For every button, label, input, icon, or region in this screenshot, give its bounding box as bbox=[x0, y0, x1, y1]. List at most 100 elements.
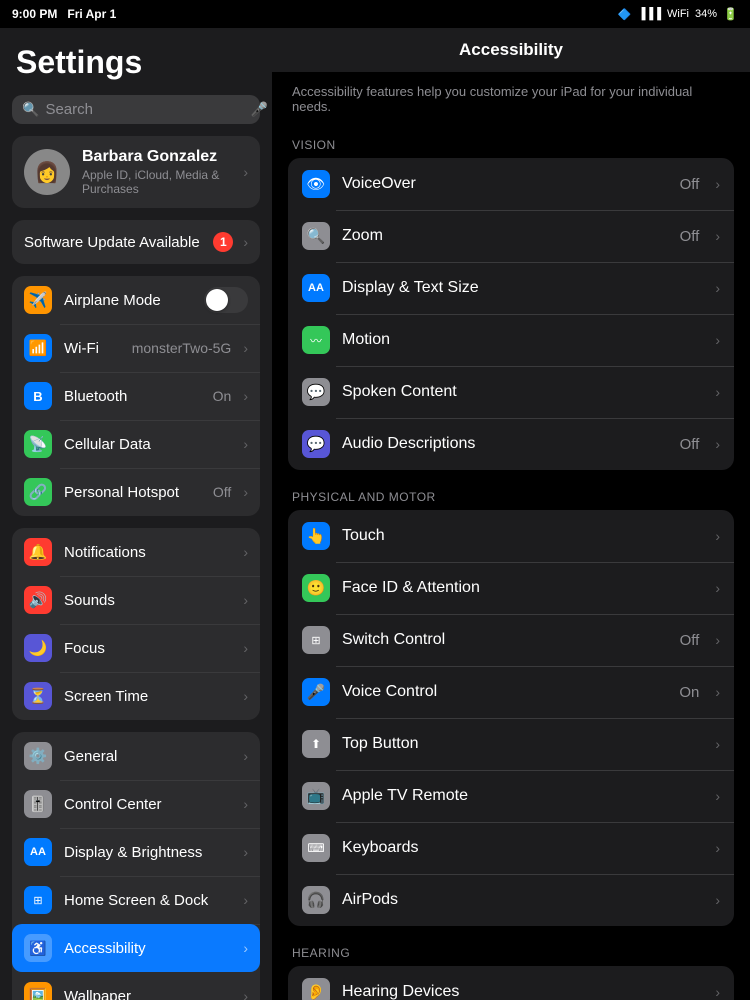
notifications-chevron: › bbox=[243, 544, 248, 560]
right-panel: Accessibility Accessibility features hel… bbox=[272, 28, 750, 1000]
sidebar-item-screentime[interactable]: ⏳ Screen Time › bbox=[12, 672, 260, 720]
motion-label: Motion bbox=[342, 331, 703, 349]
user-subtitle: Apple ID, iCloud, Media & Purchases bbox=[82, 168, 231, 196]
panel-item-topbutton[interactable]: ⬆ Top Button › bbox=[288, 718, 734, 770]
switchcontrol-value: Off bbox=[680, 632, 700, 649]
wifi-label: Wi-Fi bbox=[64, 340, 120, 357]
sidebar-item-hotspot[interactable]: 🔗 Personal Hotspot Off › bbox=[12, 468, 260, 516]
user-info: Barbara Gonzalez Apple ID, iCloud, Media… bbox=[82, 148, 231, 196]
panel-item-spokencontent[interactable]: 💬 Spoken Content › bbox=[288, 366, 734, 418]
airpods-icon: 🎧 bbox=[302, 886, 330, 914]
faceid-icon: 🙂 bbox=[302, 574, 330, 602]
notifications-label: Notifications bbox=[64, 544, 231, 561]
accessibility-icon: ♿ bbox=[24, 934, 52, 962]
panel-description: Accessibility features help you customiz… bbox=[272, 72, 750, 122]
section-header-hearing: HEARING bbox=[272, 930, 750, 966]
panel-item-airpods[interactable]: 🎧 AirPods › bbox=[288, 874, 734, 926]
sidebar-item-notifications[interactable]: 🔔 Notifications › bbox=[12, 528, 260, 576]
sidebar-item-airplane[interactable]: ✈️ Airplane Mode bbox=[12, 276, 260, 324]
accessibility-chevron: › bbox=[243, 940, 248, 956]
appletvremote-chevron: › bbox=[715, 788, 720, 804]
display-label: Display & Brightness bbox=[64, 844, 231, 861]
controlcenter-label: Control Center bbox=[64, 796, 231, 813]
hotspot-value: Off bbox=[213, 484, 231, 500]
panel-item-motion[interactable]: 〰 Motion › bbox=[288, 314, 734, 366]
panel-item-voicecontrol[interactable]: 🎤 Voice Control On › bbox=[288, 666, 734, 718]
panel-item-touch[interactable]: 👆 Touch › bbox=[288, 510, 734, 562]
touch-label: Touch bbox=[342, 527, 703, 545]
update-chevron: › bbox=[243, 234, 248, 250]
battery-icon: 34% bbox=[695, 8, 717, 20]
controlcenter-icon: 🎚️ bbox=[24, 790, 52, 818]
wallpaper-label: Wallpaper bbox=[64, 988, 231, 1000]
bluetooth-status-icon: 🔷 bbox=[618, 8, 632, 21]
notifications-icon: 🔔 bbox=[24, 538, 52, 566]
section-header-vision: VISION bbox=[272, 122, 750, 158]
keyboards-label: Keyboards bbox=[342, 839, 703, 857]
panel-item-faceid[interactable]: 🙂 Face ID & Attention › bbox=[288, 562, 734, 614]
touch-icon: 👆 bbox=[302, 522, 330, 550]
hearingdevices-label: Hearing Devices bbox=[342, 983, 703, 1000]
status-bar: 9:00 PM Fri Apr 1 🔷 ▐▐▐ WiFi 34% 🔋 bbox=[0, 0, 750, 28]
search-input[interactable] bbox=[45, 101, 244, 118]
bluetooth-value: On bbox=[213, 388, 232, 404]
sidebar-item-focus[interactable]: 🌙 Focus › bbox=[12, 624, 260, 672]
notifications-group: 🔔 Notifications › 🔊 Sounds › 🌙 Focus › ⏳… bbox=[12, 528, 260, 720]
mic-icon: 🎤 bbox=[250, 101, 267, 118]
voiceover-icon: 👁 bbox=[302, 170, 330, 198]
audiodesc-chevron: › bbox=[715, 436, 720, 452]
avatar: 👩 bbox=[24, 149, 70, 195]
physical-group: 👆 Touch › 🙂 Face ID & Attention › ⊞ Swit… bbox=[288, 510, 734, 926]
panel-item-zoom[interactable]: 🔍 Zoom Off › bbox=[288, 210, 734, 262]
sidebar-item-bluetooth[interactable]: B Bluetooth On › bbox=[12, 372, 260, 420]
user-name: Barbara Gonzalez bbox=[82, 148, 231, 166]
hotspot-chevron: › bbox=[243, 484, 248, 500]
hearingdevices-chevron: › bbox=[715, 984, 720, 1000]
general-chevron: › bbox=[243, 748, 248, 764]
voicecontrol-icon: 🎤 bbox=[302, 678, 330, 706]
sidebar: Settings 🔍 🎤 👩 Barbara Gonzalez Apple ID… bbox=[0, 28, 272, 1000]
homescreen-label: Home Screen & Dock bbox=[64, 892, 231, 909]
sidebar-item-sounds[interactable]: 🔊 Sounds › bbox=[12, 576, 260, 624]
sidebar-item-wallpaper[interactable]: 🖼️ Wallpaper › bbox=[12, 972, 260, 1000]
user-profile[interactable]: 👩 Barbara Gonzalez Apple ID, iCloud, Med… bbox=[12, 136, 260, 208]
airplane-toggle[interactable] bbox=[204, 287, 248, 313]
screentime-label: Screen Time bbox=[64, 688, 231, 705]
panel-item-voiceover[interactable]: 👁 VoiceOver Off › bbox=[288, 158, 734, 210]
battery-indicator: 🔋 bbox=[723, 7, 738, 21]
audiodesc-value: Off bbox=[680, 436, 700, 453]
panel-item-audiodesc[interactable]: 💬 Audio Descriptions Off › bbox=[288, 418, 734, 470]
search-icon: 🔍 bbox=[22, 101, 39, 118]
panel-item-switchcontrol[interactable]: ⊞ Switch Control Off › bbox=[288, 614, 734, 666]
screentime-chevron: › bbox=[243, 688, 248, 704]
panel-title: Accessibility bbox=[272, 28, 750, 72]
sidebar-item-general[interactable]: ⚙️ General › bbox=[12, 732, 260, 780]
sidebar-item-accessibility[interactable]: ♿ Accessibility › bbox=[12, 924, 260, 972]
sidebar-item-wifi[interactable]: 📶 Wi-Fi monsterTwo-5G › bbox=[12, 324, 260, 372]
panel-item-keyboards[interactable]: ⌨ Keyboards › bbox=[288, 822, 734, 874]
display-chevron: › bbox=[243, 844, 248, 860]
audiodesc-icon: 💬 bbox=[302, 430, 330, 458]
displaytextsize-chevron: › bbox=[715, 280, 720, 296]
panel-item-appletvremote[interactable]: 📺 Apple TV Remote › bbox=[288, 770, 734, 822]
panel-item-hearingdevices[interactable]: 👂 Hearing Devices › bbox=[288, 966, 734, 1000]
search-bar[interactable]: 🔍 🎤 bbox=[12, 95, 260, 124]
sidebar-item-controlcenter[interactable]: 🎚️ Control Center › bbox=[12, 780, 260, 828]
zoom-label: Zoom bbox=[342, 227, 668, 245]
sidebar-item-cellular[interactable]: 📡 Cellular Data › bbox=[12, 420, 260, 468]
software-update-item[interactable]: Software Update Available 1 › bbox=[12, 220, 260, 264]
switchcontrol-chevron: › bbox=[715, 632, 720, 648]
focus-icon: 🌙 bbox=[24, 634, 52, 662]
topbutton-chevron: › bbox=[715, 736, 720, 752]
sidebar-item-display[interactable]: AA Display & Brightness › bbox=[12, 828, 260, 876]
screentime-icon: ⏳ bbox=[24, 682, 52, 710]
zoom-icon: 🔍 bbox=[302, 222, 330, 250]
display-icon: AA bbox=[24, 838, 52, 866]
hearing-group: 👂 Hearing Devices › 🔊 Sound Recognition … bbox=[288, 966, 734, 1000]
panel-item-displaytextsize[interactable]: AA Display & Text Size › bbox=[288, 262, 734, 314]
vision-group: 👁 VoiceOver Off › 🔍 Zoom Off › AA Displa… bbox=[288, 158, 734, 470]
sidebar-item-homescreen[interactable]: ⊞ Home Screen & Dock › bbox=[12, 876, 260, 924]
wifi-value: monsterTwo-5G bbox=[132, 340, 232, 356]
airplane-label: Airplane Mode bbox=[64, 292, 192, 309]
user-profile-chevron: › bbox=[243, 164, 248, 180]
